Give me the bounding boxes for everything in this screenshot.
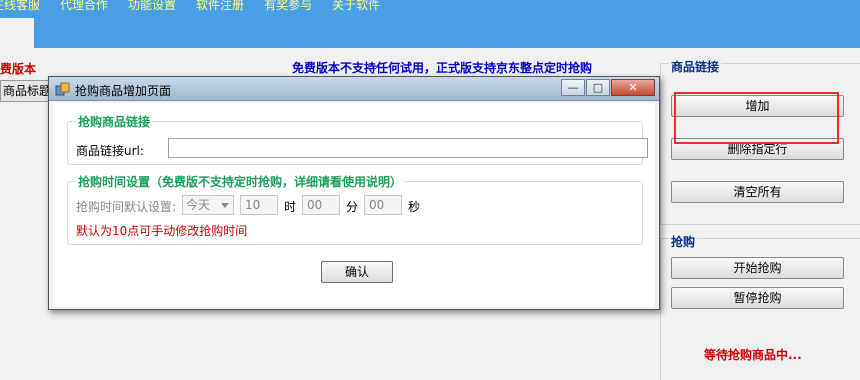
app-icon bbox=[55, 82, 70, 96]
menu-item-customer-service[interactable]: 在线客服 bbox=[0, 0, 40, 13]
menu-item-rewards[interactable]: 有奖参与 bbox=[264, 0, 312, 13]
close-button[interactable]: ✕ bbox=[611, 79, 655, 96]
menu-item-agency[interactable]: 代理合作 bbox=[60, 0, 108, 13]
close-icon: ✕ bbox=[628, 81, 638, 94]
version-label: 费版本 bbox=[0, 62, 37, 76]
minute-input[interactable]: 00 bbox=[302, 195, 340, 215]
pause-purchase-button[interactable]: 暂停抢购 bbox=[671, 287, 844, 309]
url-label: 商品链接url: bbox=[76, 144, 144, 158]
dialog-body: 抢购商品链接 商品链接url: 抢购时间设置（免费版不支持定时抢购，详细请看使用… bbox=[53, 103, 655, 307]
purchase-status: 等待抢购商品中... bbox=[704, 348, 802, 362]
top-menu-bar: 在线客服 代理合作 功能设置 软件注册 有奖参与 关于软件 bbox=[0, 0, 860, 48]
version-notice: 免费版本不支持任何试用，正式版支持京东整点定时抢购 bbox=[292, 61, 593, 75]
confirm-button[interactable]: 确认 bbox=[321, 261, 393, 283]
menu-bar-corner bbox=[0, 18, 34, 48]
day-select-value: 今天 bbox=[186, 198, 211, 212]
purchase-time-group-title: 抢购时间设置（免费版不支持定时抢购，详细请看使用说明） bbox=[76, 173, 405, 190]
highlight-annotation-box bbox=[674, 92, 839, 144]
dialog-title-bar[interactable]: 抢购商品增加页面 — □ ✕ bbox=[49, 77, 659, 101]
chevron-down-icon bbox=[221, 203, 229, 208]
product-link-group: 抢购商品链接 商品链接url: bbox=[67, 113, 648, 165]
product-url-input[interactable] bbox=[168, 138, 648, 158]
clear-all-button[interactable]: 清空所有 bbox=[671, 181, 844, 203]
purchase-time-group: 抢购时间设置（免费版不支持定时抢购，详细请看使用说明） 抢购时间默认设置: 今天… bbox=[67, 173, 643, 245]
add-product-dialog: 抢购商品增加页面 — □ ✕ 抢购商品链接 商品链接url: 抢购时间设置（免费… bbox=[48, 76, 660, 310]
default-time-label: 抢购时间默认设置: bbox=[76, 200, 177, 214]
minute-unit: 分 bbox=[346, 200, 359, 214]
window-controls: — □ ✕ bbox=[560, 79, 655, 96]
day-select[interactable]: 今天 bbox=[182, 195, 234, 215]
product-link-panel-title: 商品链接 bbox=[669, 58, 722, 75]
start-purchase-button[interactable]: 开始抢购 bbox=[671, 257, 844, 279]
maximize-icon: □ bbox=[592, 81, 604, 94]
minimize-icon: — bbox=[567, 81, 579, 94]
main-menu: 在线客服 代理合作 功能设置 软件注册 有奖参与 关于软件 bbox=[0, 0, 400, 13]
second-input[interactable]: 00 bbox=[364, 195, 402, 215]
purchase-panel-title: 抢购 bbox=[669, 233, 698, 250]
menu-item-settings[interactable]: 功能设置 bbox=[128, 0, 176, 13]
maximize-button[interactable]: □ bbox=[586, 79, 610, 96]
hour-input[interactable]: 10 bbox=[240, 195, 278, 215]
minimize-button[interactable]: — bbox=[561, 79, 585, 96]
menu-item-about[interactable]: 关于软件 bbox=[332, 0, 380, 13]
product-link-group-title: 抢购商品链接 bbox=[76, 113, 153, 130]
second-unit: 秒 bbox=[408, 200, 421, 214]
dialog-title: 抢购商品增加页面 bbox=[75, 84, 172, 98]
hour-unit: 时 bbox=[284, 200, 297, 214]
menu-item-register[interactable]: 软件注册 bbox=[196, 0, 244, 13]
default-time-hint: 默认为10点可手动修改抢购时间 bbox=[76, 224, 248, 238]
